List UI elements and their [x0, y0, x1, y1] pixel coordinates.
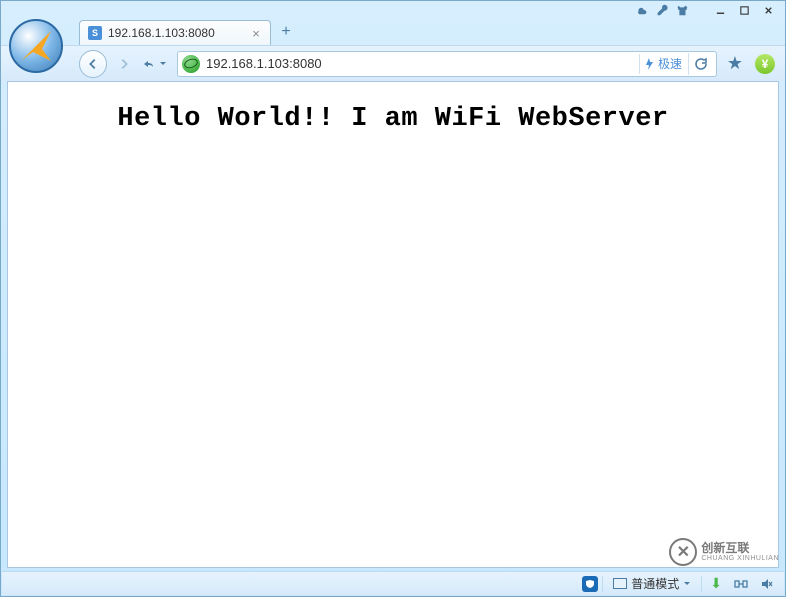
currency-icon: ¥ [755, 54, 775, 74]
download-icon: ⬇ [710, 575, 722, 592]
browser-tab[interactable]: S 192.168.1.103:8080 × [79, 20, 271, 45]
money-button[interactable]: ¥ [753, 52, 777, 76]
security-badge-icon[interactable] [582, 576, 598, 592]
network-button[interactable] [730, 575, 752, 593]
status-bar: 普通模式 ⬇ [2, 571, 784, 595]
app-logo[interactable] [9, 19, 63, 73]
cloud-icon[interactable] [635, 3, 649, 17]
watermark-subtext: CHUANG XINHULIAN [701, 555, 779, 562]
download-button[interactable]: ⬇ [706, 575, 726, 593]
watermark-text: 创新互联 [701, 542, 779, 555]
browser-window: S 192.168.1.103:8080 × + 极速 [0, 0, 786, 597]
minimize-button[interactable] [711, 3, 729, 17]
display-mode-button[interactable]: 普通模式 [607, 575, 697, 593]
tab-close-button[interactable]: × [250, 27, 262, 39]
tab-favicon: S [88, 26, 102, 40]
globe-icon [182, 55, 200, 73]
navigation-toolbar: 极速 ★ ¥ [1, 45, 785, 81]
window-controls-bar [1, 1, 785, 19]
mute-button[interactable] [756, 575, 778, 593]
page-content: Hello World!! I am WiFi WebServer [7, 81, 779, 568]
star-icon: ★ [727, 53, 743, 74]
mode-label: 普通模式 [631, 575, 679, 592]
refresh-button[interactable] [688, 53, 712, 75]
speed-label: 极速 [658, 55, 682, 72]
watermark: ✕ 创新互联 CHUANG XINHULIAN [669, 538, 779, 566]
skin-icon[interactable] [675, 3, 689, 17]
speed-mode-button[interactable]: 极速 [639, 54, 688, 74]
address-bar[interactable]: 极速 [177, 51, 717, 77]
wrench-icon[interactable] [655, 3, 669, 17]
maximize-button[interactable] [735, 3, 753, 17]
tab-title: 192.168.1.103:8080 [108, 26, 244, 40]
url-input[interactable] [206, 56, 639, 71]
new-tab-button[interactable]: + [275, 21, 297, 43]
close-button[interactable] [759, 3, 777, 17]
favorites-button[interactable]: ★ [723, 52, 747, 76]
page-heading: Hello World!! I am WiFi WebServer [8, 104, 778, 134]
tab-bar: S 192.168.1.103:8080 × + [1, 19, 785, 45]
monitor-icon [613, 578, 627, 589]
watermark-logo-icon: ✕ [669, 538, 697, 566]
forward-button[interactable] [113, 53, 135, 75]
back-button[interactable] [79, 50, 107, 78]
undo-dropdown[interactable] [141, 57, 167, 71]
